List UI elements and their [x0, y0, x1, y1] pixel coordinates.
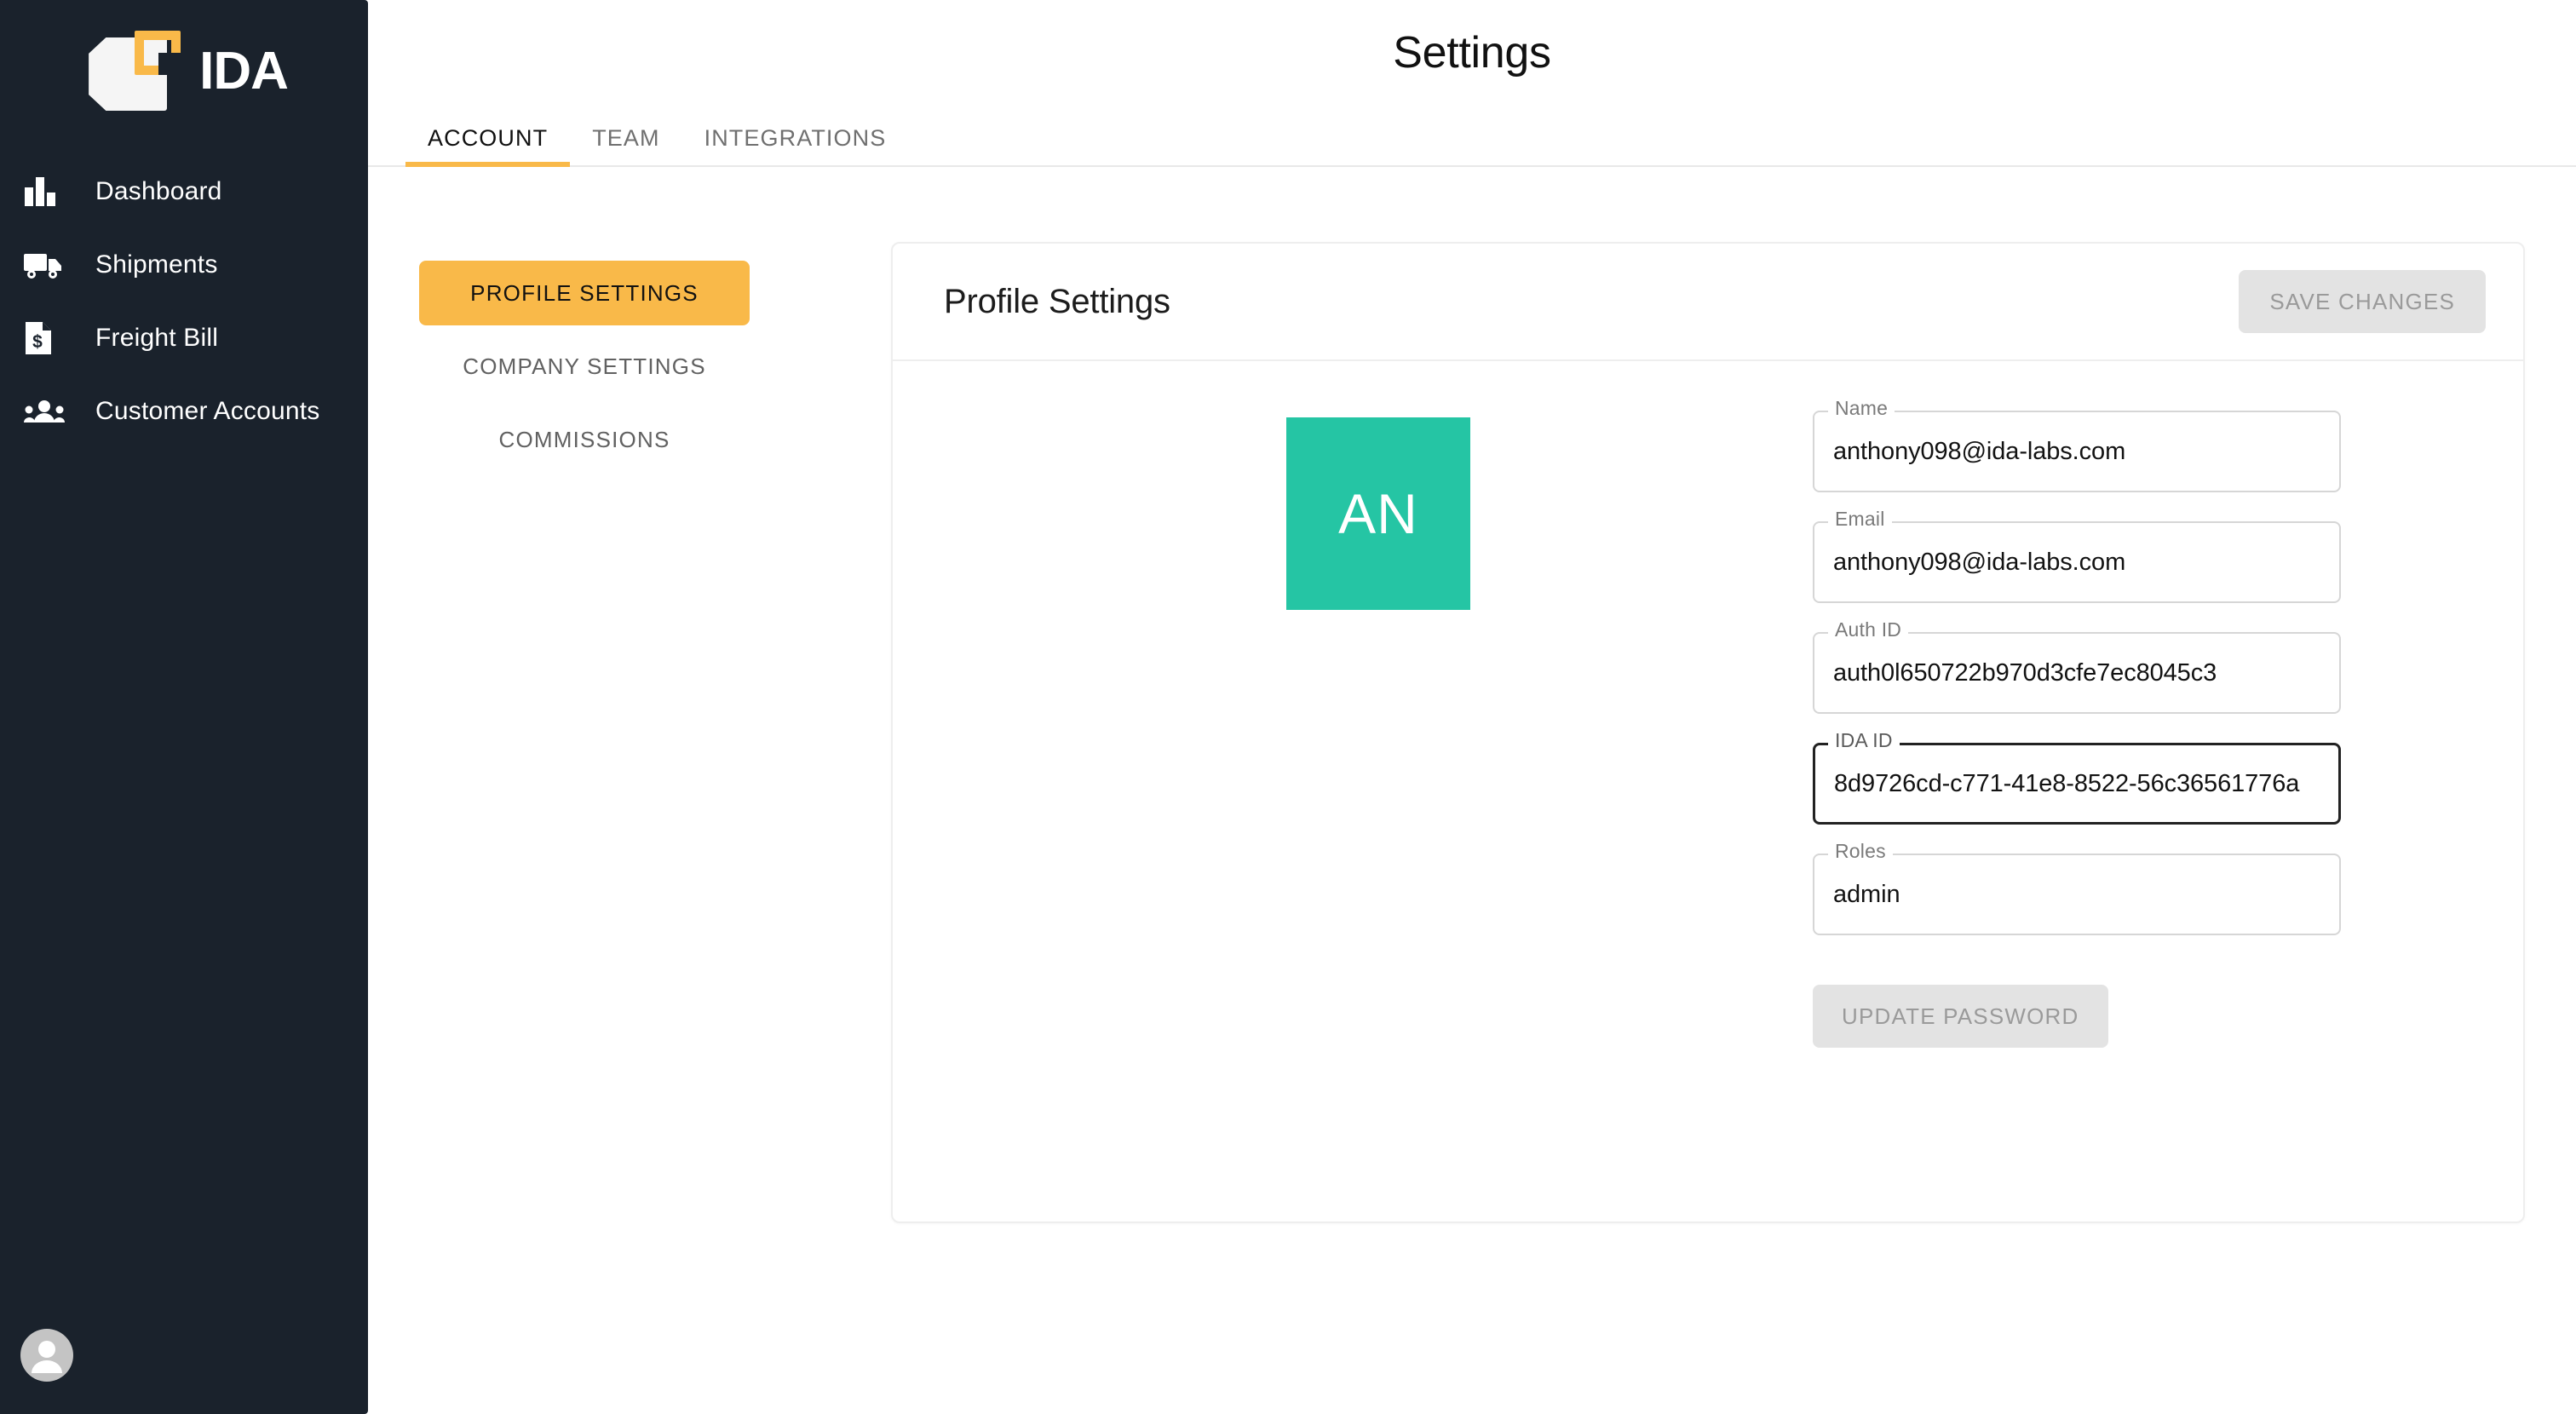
- save-changes-button[interactable]: SAVE CHANGES: [2239, 270, 2486, 333]
- field-label: IDA ID: [1828, 731, 1900, 750]
- email-input[interactable]: anthony098@ida-labs.com: [1813, 521, 2341, 603]
- ida-logo-icon: [89, 31, 184, 112]
- field-value: 8d9726cd-c771-41e8-8522-56c36561776a: [1834, 769, 2300, 797]
- field-label: Name: [1828, 399, 1895, 418]
- card-header: Profile Settings SAVE CHANGES: [893, 244, 2523, 361]
- bar-chart-icon: [24, 177, 72, 206]
- app-root: IDA Dashboard Shipments $ Freight Bill C…: [0, 0, 2576, 1414]
- user-circle-icon[interactable]: [20, 1329, 73, 1382]
- field-label: Auth ID: [1828, 620, 1909, 640]
- profile-settings-card: Profile Settings SAVE CHANGES AN Name an…: [891, 242, 2525, 1223]
- tab-team[interactable]: TEAM: [570, 125, 681, 165]
- ida-id-input[interactable]: 8d9726cd-c771-41e8-8522-56c36561776a: [1813, 743, 2341, 825]
- subnav-item-company-settings[interactable]: COMPANY SETTINGS: [419, 334, 750, 399]
- field-email: Email anthony098@ida-labs.com: [1813, 509, 2341, 603]
- card-body: AN Name anthony098@ida-labs.com Email an…: [893, 361, 2523, 1221]
- name-input[interactable]: anthony098@ida-labs.com: [1813, 411, 2341, 492]
- field-label: Roles: [1828, 842, 1893, 861]
- sidebar-item-freight-bill[interactable]: $ Freight Bill: [0, 302, 368, 375]
- tab-integrations[interactable]: INTEGRATIONS: [682, 125, 909, 165]
- field-value: anthony098@ida-labs.com: [1833, 548, 2126, 576]
- card-title: Profile Settings: [944, 282, 1170, 320]
- subnav-item-commissions[interactable]: COMMISSIONS: [419, 407, 750, 472]
- sidebar-item-shipments[interactable]: Shipments: [0, 228, 368, 302]
- auth-id-input[interactable]: auth0l650722b970d3cfe7ec8045c3: [1813, 632, 2341, 714]
- field-name: Name anthony098@ida-labs.com: [1813, 399, 2341, 492]
- field-value: admin: [1833, 880, 1900, 908]
- field-value: anthony098@ida-labs.com: [1833, 437, 2126, 465]
- brand-name: IDA: [199, 42, 289, 101]
- sidebar-nav: Dashboard Shipments $ Freight Bill Custo…: [0, 155, 368, 448]
- avatar-column: AN: [944, 402, 1813, 1153]
- invoice-dollar-icon: $: [24, 320, 72, 356]
- settings-subnav: PROFILE SETTINGS COMPANY SETTINGS COMMIS…: [368, 242, 879, 1223]
- sidebar-item-label: Freight Bill: [95, 324, 219, 352]
- profile-fields: Name anthony098@ida-labs.com Email antho…: [1813, 399, 2341, 1153]
- avatar[interactable]: AN: [1286, 417, 1470, 610]
- main-content: Settings ACCOUNT TEAM INTEGRATIONS PROFI…: [368, 0, 2576, 1414]
- field-roles: Roles admin: [1813, 842, 2341, 935]
- brand-logo[interactable]: IDA: [0, 0, 368, 143]
- svg-text:$: $: [32, 332, 43, 352]
- roles-input[interactable]: admin: [1813, 854, 2341, 935]
- sidebar-item-label: Shipments: [95, 250, 218, 279]
- sidebar: IDA Dashboard Shipments $ Freight Bill C…: [0, 0, 368, 1414]
- field-value: auth0l650722b970d3cfe7ec8045c3: [1833, 658, 2217, 687]
- sidebar-item-dashboard[interactable]: Dashboard: [0, 155, 368, 228]
- tab-account[interactable]: ACCOUNT: [405, 125, 571, 167]
- field-auth-id: Auth ID auth0l650722b970d3cfe7ec8045c3: [1813, 620, 2341, 714]
- update-password-button[interactable]: UPDATE PASSWORD: [1813, 985, 2108, 1048]
- subnav-item-profile-settings[interactable]: PROFILE SETTINGS: [419, 261, 750, 325]
- truck-icon: [24, 250, 72, 279]
- sidebar-item-label: Customer Accounts: [95, 397, 320, 425]
- sidebar-item-customer-accounts[interactable]: Customer Accounts: [0, 375, 368, 448]
- settings-content: PROFILE SETTINGS COMPANY SETTINGS COMMIS…: [368, 167, 2576, 1223]
- tab-bar: ACCOUNT TEAM INTEGRATIONS: [368, 114, 2576, 167]
- page-title: Settings: [1393, 28, 1551, 78]
- field-ida-id: IDA ID 8d9726cd-c771-41e8-8522-56c365617…: [1813, 731, 2341, 825]
- field-label: Email: [1828, 509, 1892, 529]
- people-group-icon: [24, 399, 72, 424]
- sidebar-item-label: Dashboard: [95, 177, 222, 205]
